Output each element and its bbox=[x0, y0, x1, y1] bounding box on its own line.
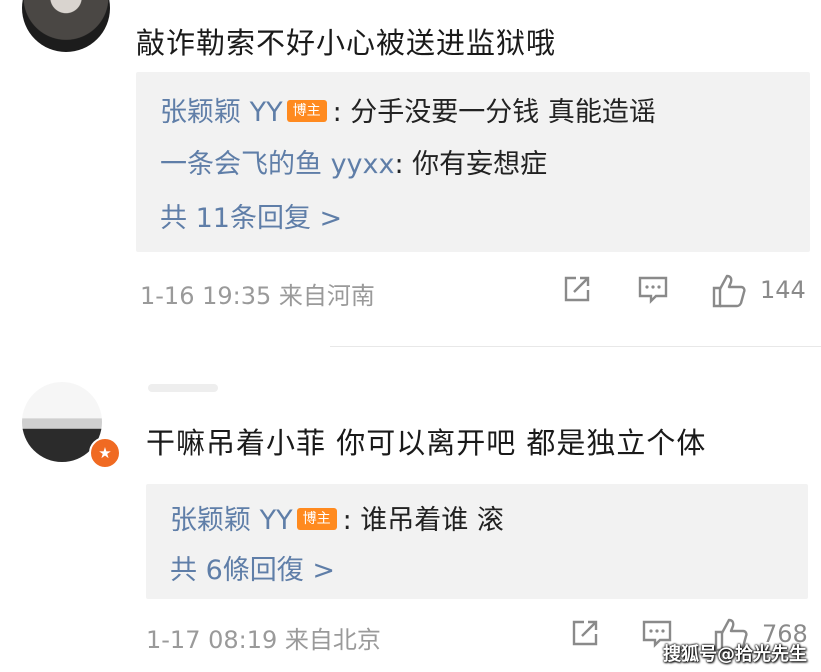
reply-box[interactable]: 张颖颖 YY 博主: 分手没要一分钱 真能造谣 一条会飞的鱼 yyxx: 你有妄想… bbox=[136, 72, 810, 252]
like-count: 144 bbox=[760, 276, 806, 304]
reply-text: : 你有妄想症 bbox=[394, 149, 548, 180]
reply-username[interactable]: 张颖颖 YY bbox=[160, 97, 283, 128]
comment-item: 敲诈勒索不好小心被送进监狱哦 张颖颖 YY 博主: 分手没要一分钱 真能造谣 一条… bbox=[0, 0, 821, 318]
comment-item: ★ 干嘛吊着小菲 你可以离开吧 都是独立个体 张颖颖 YY 博主: 谁吊着谁 滚 … bbox=[0, 372, 821, 672]
username-blurred bbox=[148, 384, 218, 392]
comment-meta: 1-16 19:35 来自河南 bbox=[140, 276, 375, 311]
reply-username[interactable]: 一条会飞的鱼 yyxx bbox=[160, 149, 395, 180]
thumbs-up-icon bbox=[712, 274, 746, 308]
reply-text: : 分手没要一分钱 真能造谣 bbox=[332, 97, 656, 128]
reply-item: 张颖颖 YY 博主: 谁吊着谁 滚 bbox=[170, 498, 504, 537]
share-button[interactable] bbox=[568, 616, 602, 656]
location: 来自河南 bbox=[278, 282, 375, 310]
watermark: 搜狐号@拾光先生 bbox=[663, 644, 807, 665]
reply-box[interactable]: 张颖颖 YY 博主: 谁吊着谁 滚 共 6條回復 > bbox=[146, 484, 808, 599]
reply-text: : 谁吊着谁 滚 bbox=[342, 505, 504, 536]
comment-text: 干嘛吊着小菲 你可以离开吧 都是独立个体 bbox=[146, 426, 707, 460]
comment-text: 敲诈勒索不好小心被送进监狱哦 bbox=[136, 26, 557, 60]
share-icon bbox=[564, 276, 590, 302]
more-replies-link[interactable]: 共 6條回復 > bbox=[170, 548, 335, 587]
location: 来自北京 bbox=[284, 626, 381, 654]
reply-item: 张颖颖 YY 博主: 分手没要一分钱 真能造谣 bbox=[160, 90, 656, 129]
comment-meta: 1-17 08:19 来自北京 bbox=[146, 620, 381, 655]
verified-badge: ★ bbox=[89, 437, 121, 469]
avatar[interactable] bbox=[22, 0, 110, 52]
share-button[interactable] bbox=[560, 272, 594, 312]
author-tag: 博主 bbox=[286, 99, 327, 122]
reply-item: 一条会飞的鱼 yyxx: 你有妄想症 bbox=[160, 142, 547, 181]
divider bbox=[330, 346, 821, 347]
timestamp: 1-17 08:19 bbox=[146, 626, 278, 654]
like-button[interactable]: 144 bbox=[710, 272, 810, 312]
author-tag: 博主 bbox=[296, 507, 337, 530]
timestamp: 1-16 19:35 bbox=[140, 282, 272, 310]
comment-button[interactable] bbox=[636, 272, 670, 312]
comment-icon bbox=[638, 276, 668, 304]
share-icon bbox=[572, 620, 598, 646]
more-replies-link[interactable]: 共 11条回复 > bbox=[160, 196, 342, 235]
star-icon: ★ bbox=[98, 444, 112, 462]
reply-username[interactable]: 张颖颖 YY bbox=[170, 505, 293, 536]
